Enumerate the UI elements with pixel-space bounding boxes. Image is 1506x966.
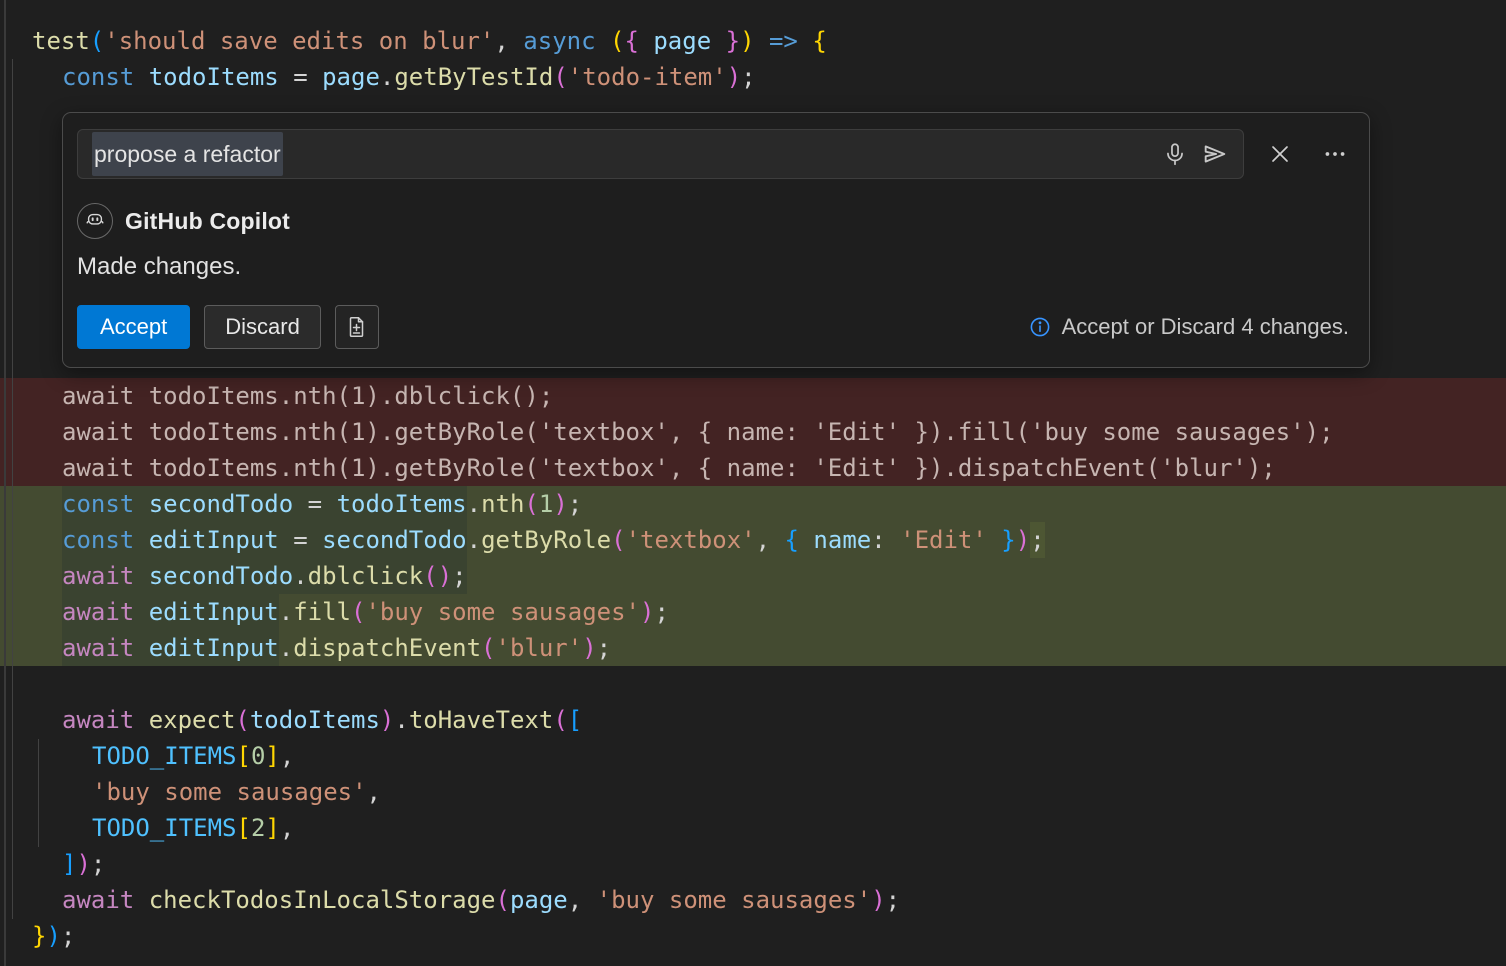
code-line[interactable]: await expect(todoItems).toHaveText([ (0, 702, 1506, 738)
chat-message: Made changes. (77, 249, 1355, 285)
code-line[interactable]: await editInput.dispatchEvent('blur'); (0, 630, 1506, 666)
close-button[interactable] (1260, 134, 1299, 174)
code-block-added: const secondTodo = todoItems.nth(1);cons… (0, 486, 1506, 666)
code-line[interactable]: const editInput = secondTodo.getByRole('… (0, 522, 1506, 558)
code-line[interactable]: ]); (0, 846, 1506, 882)
indent-guide (38, 739, 39, 847)
info-icon (1028, 315, 1052, 339)
microphone-button[interactable] (1155, 134, 1195, 174)
code-line[interactable] (0, 666, 1506, 702)
code-line[interactable]: await todoItems.nth(1).getByRole('textbo… (0, 450, 1506, 486)
accept-button[interactable]: Accept (77, 305, 190, 349)
chat-actions-row: Accept Discard (77, 305, 1355, 349)
code-line[interactable]: await todoItems.nth(1).dblclick(); (0, 378, 1506, 414)
code-block-removed: await todoItems.nth(1).dblclick();await … (0, 378, 1506, 486)
code-line[interactable]: const secondTodo = todoItems.nth(1); (0, 486, 1506, 522)
code-line[interactable]: await secondTodo.dblclick(); (0, 558, 1506, 594)
send-button[interactable] (1195, 134, 1235, 174)
discard-button[interactable]: Discard (204, 305, 321, 349)
code-line[interactable]: await todoItems.nth(1).getByRole('textbo… (0, 414, 1506, 450)
code-line[interactable]: const todoItems = page.getByTestId('todo… (0, 59, 1506, 95)
close-icon (1268, 142, 1292, 166)
code-line[interactable]: TODO_ITEMS[2], (0, 810, 1506, 846)
send-icon (1201, 140, 1229, 168)
more-actions-button[interactable] (1316, 134, 1355, 174)
code-block-top: test('should save edits on blur', async … (0, 0, 1506, 95)
changes-status-text: Accept or Discard 4 changes. (1062, 309, 1349, 345)
toggle-changes-button[interactable] (335, 305, 379, 349)
chat-input[interactable]: propose a refactor (77, 129, 1244, 179)
document-plus-icon (345, 315, 369, 339)
copilot-icon (77, 203, 113, 239)
inline-chat-widget: propose a refactor (62, 112, 1370, 368)
ellipsis-icon (1322, 141, 1348, 167)
changes-status: Accept or Discard 4 changes. (1028, 309, 1355, 345)
code-line[interactable]: 'buy some sausages', (0, 774, 1506, 810)
code-line[interactable]: await checkTodosInLocalStorage(page, 'bu… (0, 882, 1506, 918)
code-line[interactable]: }); (0, 918, 1506, 954)
chat-provider-row: GitHub Copilot (77, 203, 1355, 239)
code-line[interactable]: await editInput.fill('buy some sausages'… (0, 594, 1506, 630)
code-block-bottom: await expect(todoItems).toHaveText([TODO… (0, 666, 1506, 954)
microphone-icon (1162, 141, 1188, 167)
code-editor: test('should save edits on blur', async … (0, 0, 1506, 966)
indent-guide (12, 59, 13, 919)
code-line[interactable]: TODO_ITEMS[0], (0, 738, 1506, 774)
chat-input-row: propose a refactor (77, 129, 1355, 179)
provider-name: GitHub Copilot (125, 203, 290, 239)
editor-left-border (4, 0, 6, 966)
code-line[interactable]: test('should save edits on blur', async … (0, 23, 1506, 59)
chat-input-text: propose a refactor (92, 132, 283, 176)
